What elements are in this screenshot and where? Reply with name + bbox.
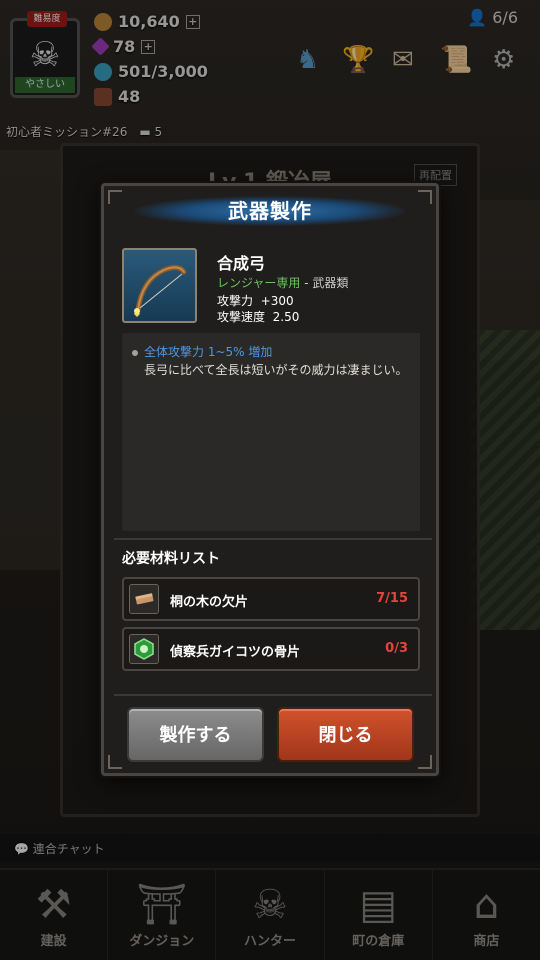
material-count: 7/15 xyxy=(376,591,408,606)
dialog-title: 武器製作 xyxy=(228,199,312,223)
frame-corner xyxy=(418,755,432,769)
flavor-text: 長弓に比べて全長は短いがその威力は凄まじい。 xyxy=(144,363,408,377)
bonus-line: 全体攻撃力 1~5% 増加 xyxy=(132,343,272,360)
stat-attack-speed: 攻撃速度 2.50 xyxy=(217,308,299,325)
item-category: - 武器類 xyxy=(300,276,349,290)
class-restriction: レンジャー専用 xyxy=(217,276,301,290)
item-name: 合成弓 xyxy=(217,254,266,273)
stat-label: 攻撃力 xyxy=(217,294,254,308)
wood-plank-icon xyxy=(129,584,159,614)
stat-label: 攻撃速度 xyxy=(217,310,266,324)
material-row[interactable]: 偵察兵ガイコツの骨片 0/3 xyxy=(122,627,420,671)
material-count: 0/3 xyxy=(385,641,408,656)
green-bone-gem-icon xyxy=(129,634,159,664)
item-type: レンジャー専用 - 武器類 xyxy=(217,274,348,291)
material-row[interactable]: 桐の木の欠片 7/15 xyxy=(122,577,420,621)
close-button[interactable]: 閉じる xyxy=(277,707,414,762)
composite-bow-icon xyxy=(122,248,197,323)
stat-attack: 攻撃力 +300 xyxy=(217,292,294,309)
weapon-craft-dialog: 武器製作 合成弓 レンジャー専用 - 武器類 攻撃力 +300 攻撃速度 2.5… xyxy=(101,183,439,776)
bullet-icon xyxy=(132,349,138,356)
item-summary: 合成弓 レンジャー専用 - 武器類 攻撃力 +300 攻撃速度 2.50 xyxy=(122,248,420,328)
craft-button[interactable]: 製作する xyxy=(127,707,264,762)
item-description-panel: 全体攻撃力 1~5% 増加 長弓に比べて全長は短いがその威力は凄まじい。 xyxy=(122,333,420,531)
divider xyxy=(114,538,432,540)
material-name: 偵察兵ガイコツの骨片 xyxy=(170,645,301,660)
dialog-header: 武器製作 xyxy=(104,190,436,232)
frame-corner xyxy=(108,755,122,769)
divider xyxy=(114,694,432,696)
bonus-text: 全体攻撃力 1~5% 増加 xyxy=(144,345,273,359)
materials-heading: 必要材料リスト xyxy=(122,551,220,567)
material-name: 桐の木の欠片 xyxy=(170,595,249,610)
stat-value: 2.50 xyxy=(272,310,300,324)
stat-value: +300 xyxy=(260,294,294,308)
